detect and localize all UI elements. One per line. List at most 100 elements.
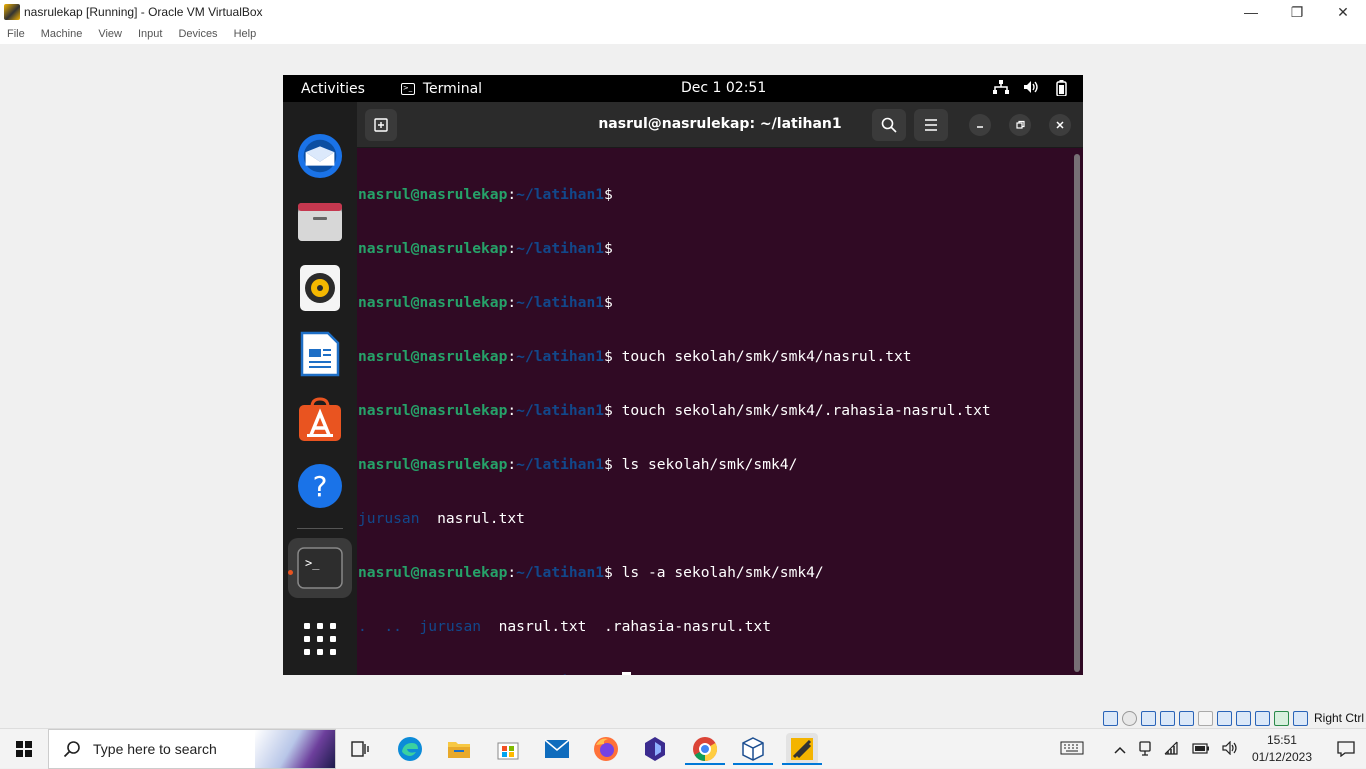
mouse-integration-icon[interactable]	[1273, 710, 1289, 726]
prompt-path: ~/latihan1	[516, 240, 605, 257]
prompt-separator: :	[507, 456, 517, 473]
taskbar-clock[interactable]: 15:51 01/12/2023	[1252, 732, 1312, 766]
writer-icon[interactable]	[297, 331, 343, 377]
audio-status-icon[interactable]	[1140, 710, 1156, 726]
network-icon	[993, 80, 1009, 94]
dir-entry: jurusan	[358, 510, 420, 527]
terminal-line: nasrul@nasrulekap:~/latihan1$ touch seko…	[358, 348, 1070, 366]
prompt-symbol: $	[604, 456, 613, 473]
file-explorer-button[interactable]	[443, 733, 475, 765]
svg-text:?: ?	[313, 470, 328, 503]
mail-button[interactable]	[541, 733, 573, 765]
restore-button[interactable]: ❐	[1274, 0, 1320, 24]
prompt-user: nasrul@nasrulekap	[358, 673, 507, 675]
virtualbox-vm-button[interactable]	[782, 733, 822, 765]
terminal-line: nasrul@nasrulekap:~/latihan1$ ls sekolah…	[358, 456, 1070, 474]
terminal-output[interactable]: nasrul@nasrulekap:~/latihan1$ nasrul@nas…	[358, 150, 1070, 675]
terminal-line: nasrul@nasrulekap:~/latihan1$	[358, 294, 1070, 312]
notification-center-button[interactable]	[1326, 729, 1366, 769]
show-hidden-icons-chevron-icon[interactable]	[1114, 741, 1126, 757]
system-tray: 15:51 01/12/2023	[1048, 729, 1366, 769]
command-text: ls -a sekolah/smk/smk4/	[612, 564, 824, 581]
close-button[interactable]: ✕	[1320, 0, 1366, 24]
terminal-window[interactable]: nasrul@nasrulekap: ~/latihan1 nasrul@nas…	[357, 102, 1083, 675]
keyboard-status-icon[interactable]	[1292, 710, 1308, 726]
notification-icon	[1337, 741, 1355, 757]
prompt-user: nasrul@nasrulekap	[358, 348, 508, 365]
taskbar-time: 15:51	[1266, 733, 1297, 747]
firefox-button[interactable]	[590, 733, 622, 765]
close-icon	[1056, 121, 1064, 129]
restore-icon	[1016, 120, 1025, 129]
system-menu[interactable]	[993, 80, 1069, 96]
task-view-button[interactable]	[344, 733, 376, 765]
command-text: ls sekolah/smk/smk4/	[612, 456, 798, 473]
wifi-icon[interactable]	[1164, 741, 1180, 758]
minimize-icon	[977, 126, 983, 128]
usb-status-icon[interactable]	[1178, 710, 1194, 726]
prompt-separator: :	[507, 564, 517, 581]
topbar-clock[interactable]: Dec 1 02:51	[681, 80, 766, 96]
keyboard-layout-icon[interactable]	[1060, 741, 1084, 758]
cpu-status-icon[interactable]	[1254, 710, 1270, 726]
topbar-app-menu[interactable]: >_ Terminal	[400, 81, 482, 97]
file-entry: nasrul.txt	[419, 510, 525, 527]
menu-machine[interactable]: Machine	[41, 28, 83, 40]
display-status-icon[interactable]	[1216, 710, 1232, 726]
terminal-line: nasrul@nasrulekap:~/latihan1$	[358, 186, 1070, 204]
terminal-icon[interactable]: >_	[297, 545, 343, 591]
menu-help[interactable]: Help	[234, 28, 257, 40]
start-button[interactable]	[0, 729, 48, 769]
menu-button[interactable]	[914, 109, 948, 141]
dock-separator	[297, 528, 343, 529]
search-button[interactable]	[872, 109, 906, 141]
taskbar-search-box[interactable]: Type here to search	[48, 729, 336, 769]
battery-icon[interactable]	[1192, 741, 1210, 757]
recording-status-icon[interactable]	[1235, 710, 1251, 726]
hdd-status-icon[interactable]	[1102, 710, 1118, 726]
vm-screen[interactable]: Activities >_ Terminal Dec 1 02:51 ? >_ …	[283, 75, 1083, 675]
show-apps-icon[interactable]	[297, 616, 343, 662]
terminal-close-button[interactable]	[1049, 114, 1071, 136]
chrome-icon	[693, 737, 718, 761]
terminal-maximize-button[interactable]	[1009, 114, 1031, 136]
prompt-user: nasrul@nasrulekap	[358, 240, 508, 257]
activities-button[interactable]: Activities	[301, 81, 365, 97]
help-icon[interactable]: ?	[297, 463, 343, 509]
app-button[interactable]	[639, 733, 671, 765]
optical-status-icon[interactable]	[1121, 710, 1137, 726]
terminal-minimize-button[interactable]	[969, 114, 991, 136]
edge-button[interactable]	[394, 733, 426, 765]
prompt-path: ~/latihan1	[516, 673, 604, 675]
app-icon	[645, 737, 665, 761]
volume-icon[interactable]	[1222, 740, 1238, 758]
menu-input[interactable]: Input	[138, 28, 162, 40]
rhythmbox-icon[interactable]	[297, 265, 343, 311]
meet-now-icon[interactable]	[1138, 740, 1152, 759]
virtualbox-running-indicator	[733, 763, 773, 765]
thunderbird-icon[interactable]	[297, 133, 343, 179]
host-key-label: Right Ctrl	[1313, 711, 1364, 725]
vm-running-indicator	[782, 763, 822, 765]
virtualbox-vm-icon	[791, 738, 813, 760]
terminal-active-line: nasrul@nasrulekap:~/latihan1$	[358, 672, 1070, 675]
store-icon	[497, 742, 519, 760]
menu-view[interactable]: View	[98, 28, 122, 40]
prompt-path: ~/latihan1	[516, 564, 605, 581]
mail-icon	[544, 739, 570, 758]
terminal-scrollbar[interactable]	[1074, 154, 1080, 672]
menu-file[interactable]: File	[7, 28, 25, 40]
search-icon	[63, 741, 80, 758]
chrome-button[interactable]	[685, 733, 725, 765]
shared-folder-status-icon[interactable]	[1197, 710, 1213, 726]
prompt-separator: :	[507, 673, 516, 675]
prompt-symbol: $	[604, 348, 613, 365]
menu-devices[interactable]: Devices	[178, 28, 217, 40]
virtualbox-button[interactable]	[733, 733, 773, 765]
network-status-icon[interactable]	[1159, 710, 1175, 726]
store-button[interactable]	[492, 733, 524, 765]
files-icon[interactable]	[297, 199, 343, 245]
prompt-separator: :	[507, 186, 517, 203]
minimize-button[interactable]: —	[1228, 0, 1274, 24]
software-icon[interactable]	[297, 397, 343, 443]
